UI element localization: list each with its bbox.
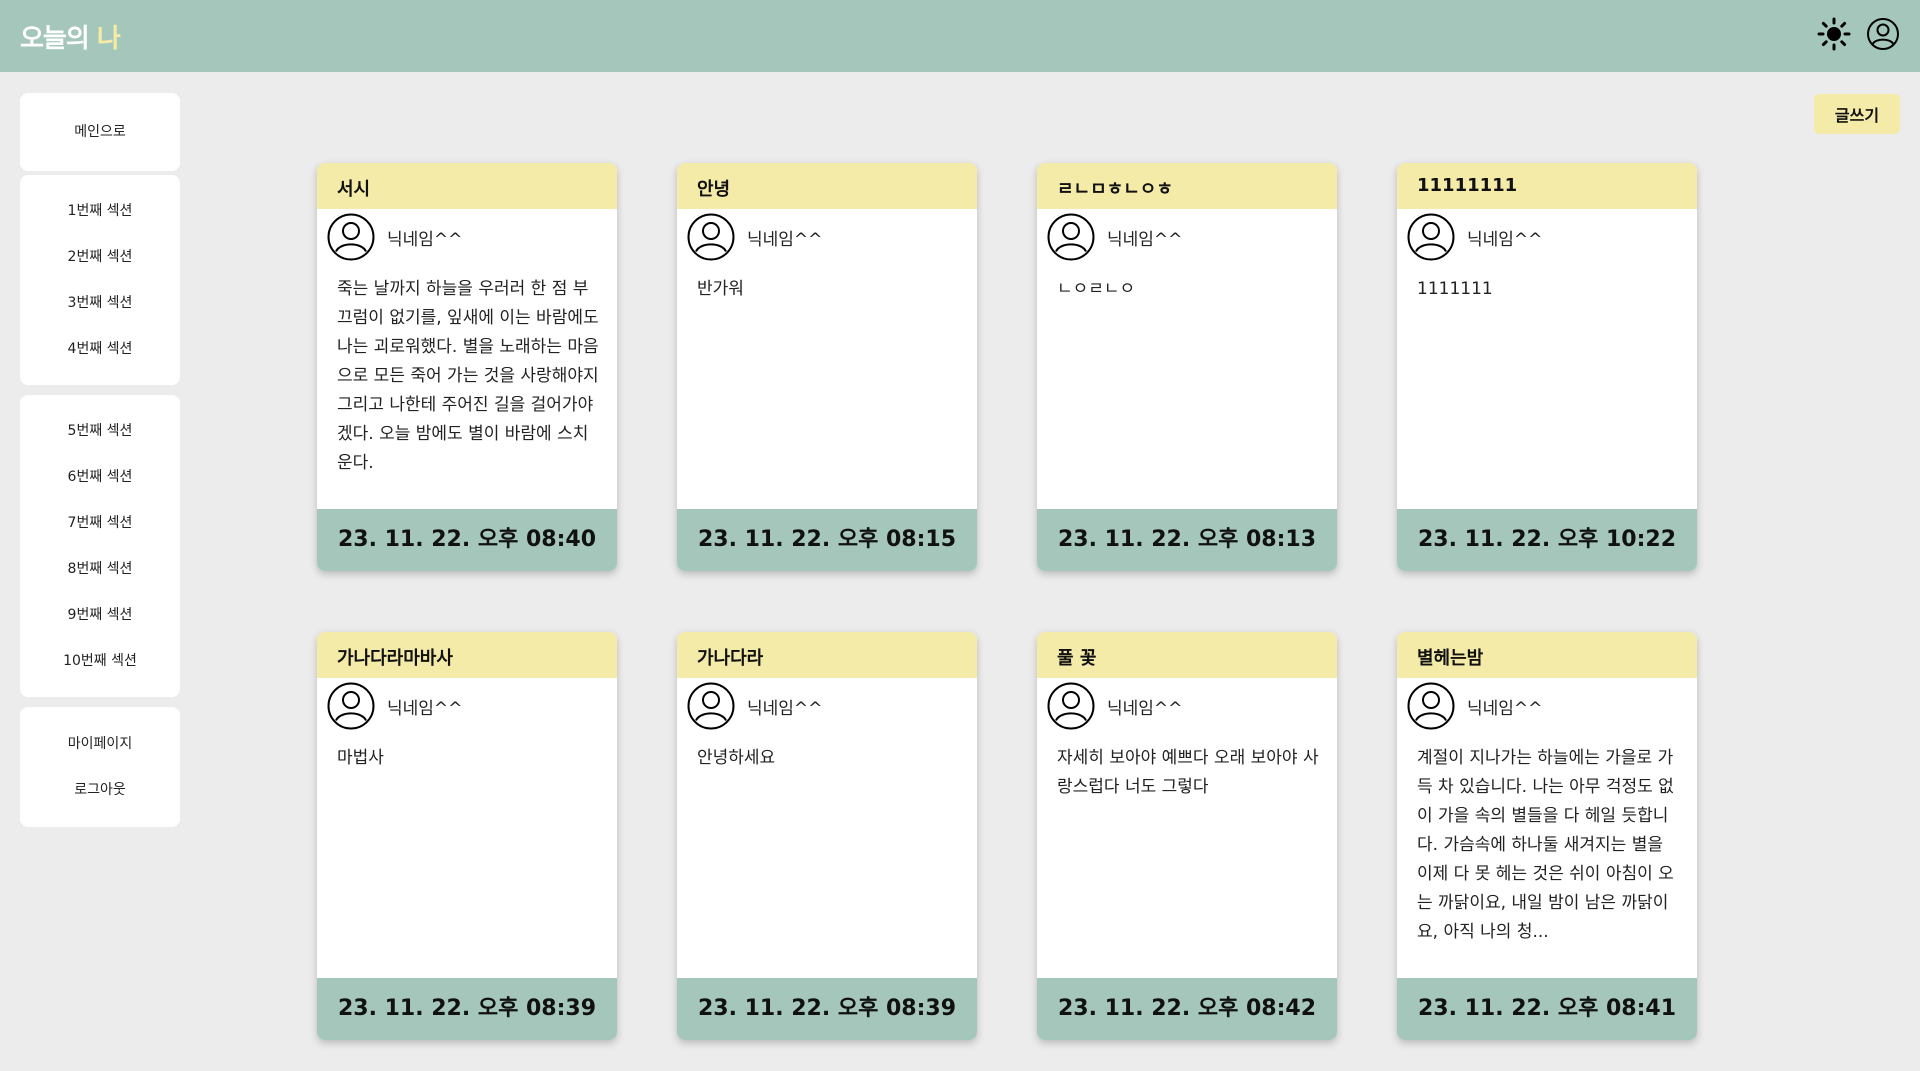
post-content: ㄴㅇㄹㄴㅇ: [1057, 279, 1136, 299]
post-author: 닉네임^^: [1037, 678, 1337, 734]
write-post-button[interactable]: 글쓰기: [1814, 94, 1900, 134]
post-author: 닉네임^^: [1397, 209, 1697, 265]
post-date: 23. 11. 22. 오후 08:40: [317, 509, 617, 571]
post-card[interactable]: 11111111 닉네임^^ 1111111 23. 11. 22. 오후 10…: [1397, 163, 1697, 571]
post-author: 닉네임^^: [1037, 209, 1337, 265]
avatar-icon: [1407, 213, 1455, 261]
post-author: 닉네임^^: [1397, 678, 1697, 734]
app-header: 오늘의 나: [0, 0, 1920, 72]
post-author: 닉네임^^: [317, 209, 617, 265]
avatar-icon: [327, 682, 375, 730]
author-nickname: 닉네임^^: [1467, 698, 1543, 719]
author-nickname: 닉네임^^: [747, 698, 823, 719]
post-content: 죽는 날까지 하늘을 우러러 한 점 부끄럼이 없기를, 잎새에 이는 바람에도…: [337, 279, 599, 473]
author-nickname: 닉네임^^: [1467, 229, 1543, 250]
logo-text-accent: 나: [96, 24, 121, 54]
post-title: 11111111: [1397, 163, 1697, 209]
post-content: 안녕하세요: [697, 748, 776, 768]
avatar-icon: [687, 213, 735, 261]
post-content: 1111111: [1417, 279, 1493, 299]
author-nickname: 닉네임^^: [387, 229, 463, 250]
post-author: 닉네임^^: [317, 678, 617, 734]
sidebar-item-section-7[interactable]: 7번째 섹션: [20, 500, 180, 546]
post-date: 23. 11. 22. 오후 08:13: [1037, 509, 1337, 571]
post-content: 반가워: [697, 279, 744, 299]
post-title: ㄹㄴㅁㅎㄴㅇㅎ: [1037, 163, 1337, 209]
sidebar-item-section-3[interactable]: 3번째 섹션: [20, 280, 180, 326]
post-title: 서시: [317, 163, 617, 209]
post-date: 23. 11. 22. 오후 08:41: [1397, 978, 1697, 1040]
sidebar-item-mypage[interactable]: 마이페이지: [20, 721, 180, 767]
post-card[interactable]: ㄹㄴㅁㅎㄴㅇㅎ 닉네임^^ ㄴㅇㄹㄴㅇ 23. 11. 22. 오후 08:13: [1037, 163, 1337, 571]
sidebar-item-section-5[interactable]: 5번째 섹션: [20, 408, 180, 454]
post-date: 23. 11. 22. 오후 08:15: [677, 509, 977, 571]
sidebar-item-section-1[interactable]: 1번째 섹션: [20, 188, 180, 234]
post-title: 풀 꽃: [1037, 632, 1337, 678]
post-card[interactable]: 가나다라마바사 닉네임^^ 마법사 23. 11. 22. 오후 08:39: [317, 632, 617, 1040]
post-title: 가나다라마바사: [317, 632, 617, 678]
sidebar-group-main: 메인으로: [20, 93, 180, 171]
author-nickname: 닉네임^^: [1107, 698, 1183, 719]
post-content: 계절이 지나가는 하늘에는 가을로 가득 차 있습니다. 나는 아무 걱정도 없…: [1417, 748, 1674, 942]
sidebar-item-logout[interactable]: 로그아웃: [20, 767, 180, 813]
post-content: 자세히 보아야 예쁘다 오래 보아야 사랑스럽다 너도 그렇다: [1057, 748, 1319, 797]
avatar-icon: [687, 682, 735, 730]
post-title: 안녕: [677, 163, 977, 209]
post-card[interactable]: 가나다라 닉네임^^ 안녕하세요 23. 11. 22. 오후 08:39: [677, 632, 977, 1040]
sidebar-group-sections-a: 1번째 섹션 2번째 섹션 3번째 섹션 4번째 섹션: [20, 175, 180, 385]
post-title: 가나다라: [677, 632, 977, 678]
post-card[interactable]: 풀 꽃 닉네임^^ 자세히 보아야 예쁘다 오래 보아야 사랑스럽다 너도 그렇…: [1037, 632, 1337, 1040]
post-card[interactable]: 안녕 닉네임^^ 반가워 23. 11. 22. 오후 08:15: [677, 163, 977, 571]
author-nickname: 닉네임^^: [747, 229, 823, 250]
post-author: 닉네임^^: [677, 209, 977, 265]
post-card[interactable]: 서시 닉네임^^ 죽는 날까지 하늘을 우러러 한 점 부끄럼이 없기를, 잎새…: [317, 163, 617, 571]
user-circle-icon[interactable]: [1866, 17, 1900, 51]
sidebar-item-section-2[interactable]: 2번째 섹션: [20, 234, 180, 280]
sidebar-group-sections-b: 5번째 섹션 6번째 섹션 7번째 섹션 8번째 섹션 9번째 섹션 10번째 …: [20, 395, 180, 697]
avatar-icon: [1407, 682, 1455, 730]
sidebar-item-main[interactable]: 메인으로: [20, 109, 180, 155]
sidebar-item-section-4[interactable]: 4번째 섹션: [20, 326, 180, 372]
author-nickname: 닉네임^^: [387, 698, 463, 719]
avatar-icon: [327, 213, 375, 261]
sun-icon[interactable]: [1817, 17, 1851, 51]
post-date: 23. 11. 22. 오후 10:22: [1397, 509, 1697, 571]
avatar-icon: [1047, 213, 1095, 261]
post-content: 마법사: [337, 748, 384, 768]
post-card[interactable]: 별헤는밤 닉네임^^ 계절이 지나가는 하늘에는 가을로 가득 차 있습니다. …: [1397, 632, 1697, 1040]
logo-text-main: 오늘의: [20, 24, 90, 54]
post-date: 23. 11. 22. 오후 08:39: [317, 978, 617, 1040]
sidebar-item-section-9[interactable]: 9번째 섹션: [20, 592, 180, 638]
author-nickname: 닉네임^^: [1107, 229, 1183, 250]
post-date: 23. 11. 22. 오후 08:42: [1037, 978, 1337, 1040]
post-date: 23. 11. 22. 오후 08:39: [677, 978, 977, 1040]
post-title: 별헤는밤: [1397, 632, 1697, 678]
sidebar-item-section-8[interactable]: 8번째 섹션: [20, 546, 180, 592]
post-author: 닉네임^^: [677, 678, 977, 734]
avatar-icon: [1047, 682, 1095, 730]
sidebar-item-section-10[interactable]: 10번째 섹션: [20, 638, 180, 684]
sidebar-group-account: 마이페이지 로그아웃: [20, 707, 180, 827]
app-logo[interactable]: 오늘의 나: [20, 18, 121, 55]
sidebar-item-section-6[interactable]: 6번째 섹션: [20, 454, 180, 500]
